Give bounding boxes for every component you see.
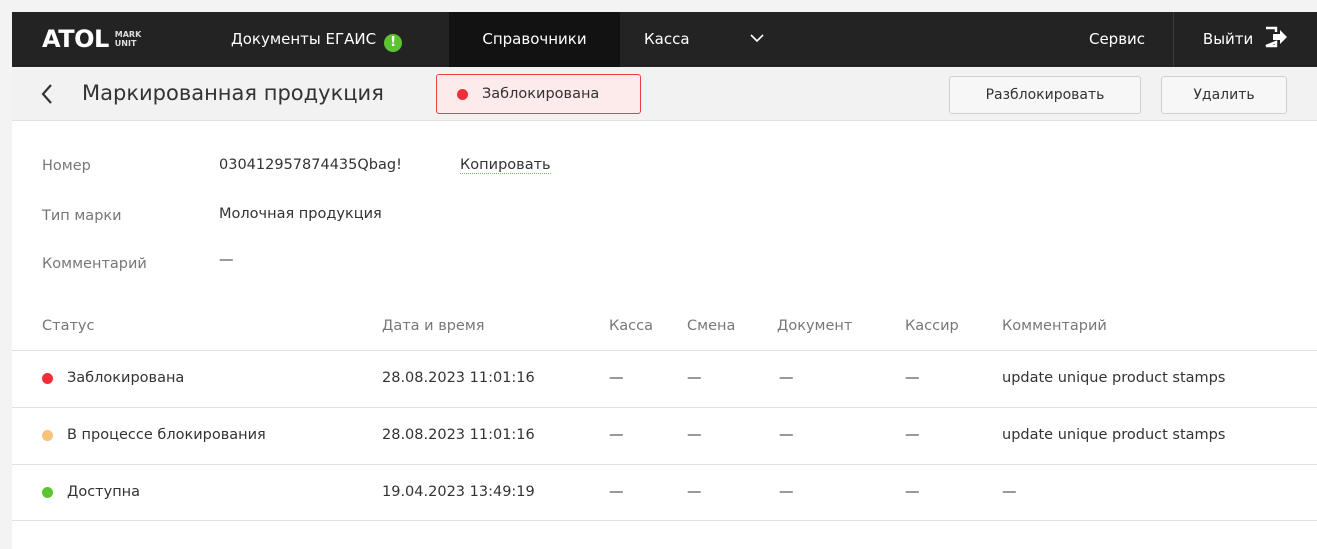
column-header-kassa: Касса <box>609 318 654 334</box>
top-navigation-bar: ATOL MARK UNIT Документы ЕГАИС! Справочн… <box>12 12 1317 67</box>
status-badge: Заблокирована <box>436 74 641 114</box>
column-header-status: Статус <box>42 318 95 334</box>
column-header-datetime: Дата и время <box>382 318 485 334</box>
atol-logo[interactable]: ATOL MARK UNIT <box>42 24 141 54</box>
status-cell: Доступна <box>42 484 140 500</box>
document-cell: — <box>779 484 794 500</box>
mark-type-label: Тип марки <box>42 208 122 224</box>
nav-egais-documents[interactable]: Документы ЕГАИС! <box>217 12 449 67</box>
table-row: Заблокирована 28.08.2023 11:01:16 — — — … <box>12 350 1317 407</box>
status-dot <box>42 486 53 498</box>
status-dot <box>457 88 468 100</box>
page-title: Маркированная продукция <box>82 81 384 105</box>
logo-wordmark: ATOL <box>42 25 109 53</box>
page-header: Маркированная продукция Заблокирована Ра… <box>12 67 1317 121</box>
table-row: В процессе блокирования 28.08.2023 11:01… <box>12 407 1317 464</box>
column-header-comment: Комментарий <box>1002 318 1107 334</box>
comment-cell: update unique product stamps <box>1002 427 1226 443</box>
logo-sub-line-1: MARK <box>114 30 142 39</box>
document-cell: — <box>779 427 794 443</box>
kassa-cell: — <box>609 370 624 386</box>
comment-cell: — <box>1002 484 1017 500</box>
shift-cell: — <box>687 427 702 443</box>
delete-button[interactable]: Удалить <box>1161 76 1287 114</box>
logo-sub-line-2: UNIT <box>114 39 137 48</box>
unlock-button[interactable]: Разблокировать <box>949 76 1141 114</box>
logout-button[interactable]: Выйти <box>1174 12 1317 67</box>
status-cell: В процессе блокирования <box>42 427 266 443</box>
status-text: В процессе блокирования <box>67 427 266 443</box>
datetime-cell: 28.08.2023 11:01:16 <box>382 370 535 386</box>
copy-link[interactable]: Копировать <box>460 157 551 174</box>
nav-egais-documents-label: Документы ЕГАИС <box>231 30 377 48</box>
column-header-shift: Смена <box>687 318 736 334</box>
status-dot <box>42 429 53 441</box>
nav-kassa-label: Касса <box>644 30 690 48</box>
nav-service-label: Сервис <box>1088 30 1146 48</box>
status-badge-label: Заблокирована <box>482 86 600 102</box>
table-row: Доступна 19.04.2023 13:49:19 — — — — — <box>12 464 1317 521</box>
shift-cell: — <box>687 370 702 386</box>
nav-service[interactable]: Сервис <box>1072 12 1162 67</box>
chevron-down-icon <box>750 34 764 43</box>
status-text: Доступна <box>67 484 141 500</box>
shift-cell: — <box>687 484 702 500</box>
logout-label: Выйти <box>1202 30 1254 48</box>
datetime-cell: 19.04.2023 13:49:19 <box>382 484 535 500</box>
nav-references-label: Справочники <box>482 30 587 48</box>
status-text: Заблокирована <box>67 370 185 386</box>
number-label: Номер <box>42 158 91 174</box>
kassa-cell: — <box>609 427 624 443</box>
column-header-cashier: Кассир <box>905 318 959 334</box>
mark-type-value: Молочная продукция <box>219 206 382 222</box>
status-cell: Заблокирована <box>42 370 184 386</box>
chevron-left-icon[interactable] <box>38 81 58 107</box>
kassa-cell: — <box>609 484 624 500</box>
number-value: 030412957874435Qbag! <box>219 157 402 173</box>
document-cell: — <box>779 370 794 386</box>
cashier-cell: — <box>905 427 920 443</box>
comment-cell: update unique product stamps <box>1002 370 1226 386</box>
status-dot <box>42 372 53 384</box>
logout-icon <box>1265 26 1288 48</box>
nav-kassa-dropdown[interactable]: Касса <box>620 12 780 67</box>
logo-subtitle: MARK UNIT <box>115 30 142 48</box>
cashier-cell: — <box>905 484 920 500</box>
app-window: ATOL MARK UNIT Документы ЕГАИС! Справочн… <box>12 12 1317 549</box>
comment-label: Комментарий <box>42 256 147 272</box>
column-header-document: Документ <box>777 318 853 334</box>
alert-icon: ! <box>384 34 403 52</box>
comment-value: — <box>219 252 234 268</box>
nav-references[interactable]: Справочники <box>449 12 620 67</box>
cashier-cell: — <box>905 370 920 386</box>
datetime-cell: 28.08.2023 11:01:16 <box>382 427 535 443</box>
